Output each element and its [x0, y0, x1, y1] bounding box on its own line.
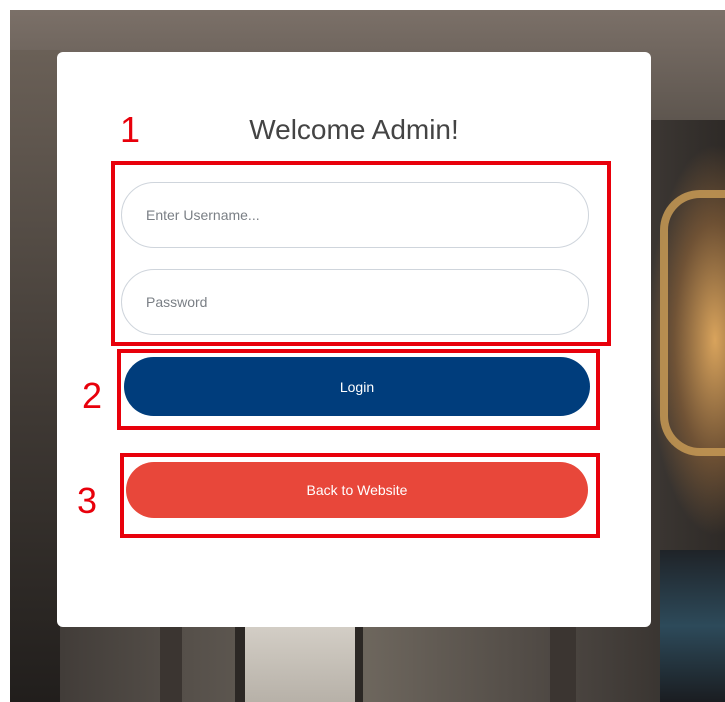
annotation-label-2: 2	[82, 375, 103, 416]
annotation-box-credentials	[111, 161, 611, 346]
annotation-label-1: 1	[120, 109, 141, 150]
annotation-label-3: 3	[77, 480, 98, 521]
background-wall	[10, 50, 60, 702]
annotation-box-login	[117, 349, 600, 430]
background-lamp	[660, 190, 725, 456]
page-title: Welcome Admin!	[249, 114, 459, 145]
background-cabinet	[660, 550, 725, 702]
annotation-box-back	[120, 453, 600, 538]
